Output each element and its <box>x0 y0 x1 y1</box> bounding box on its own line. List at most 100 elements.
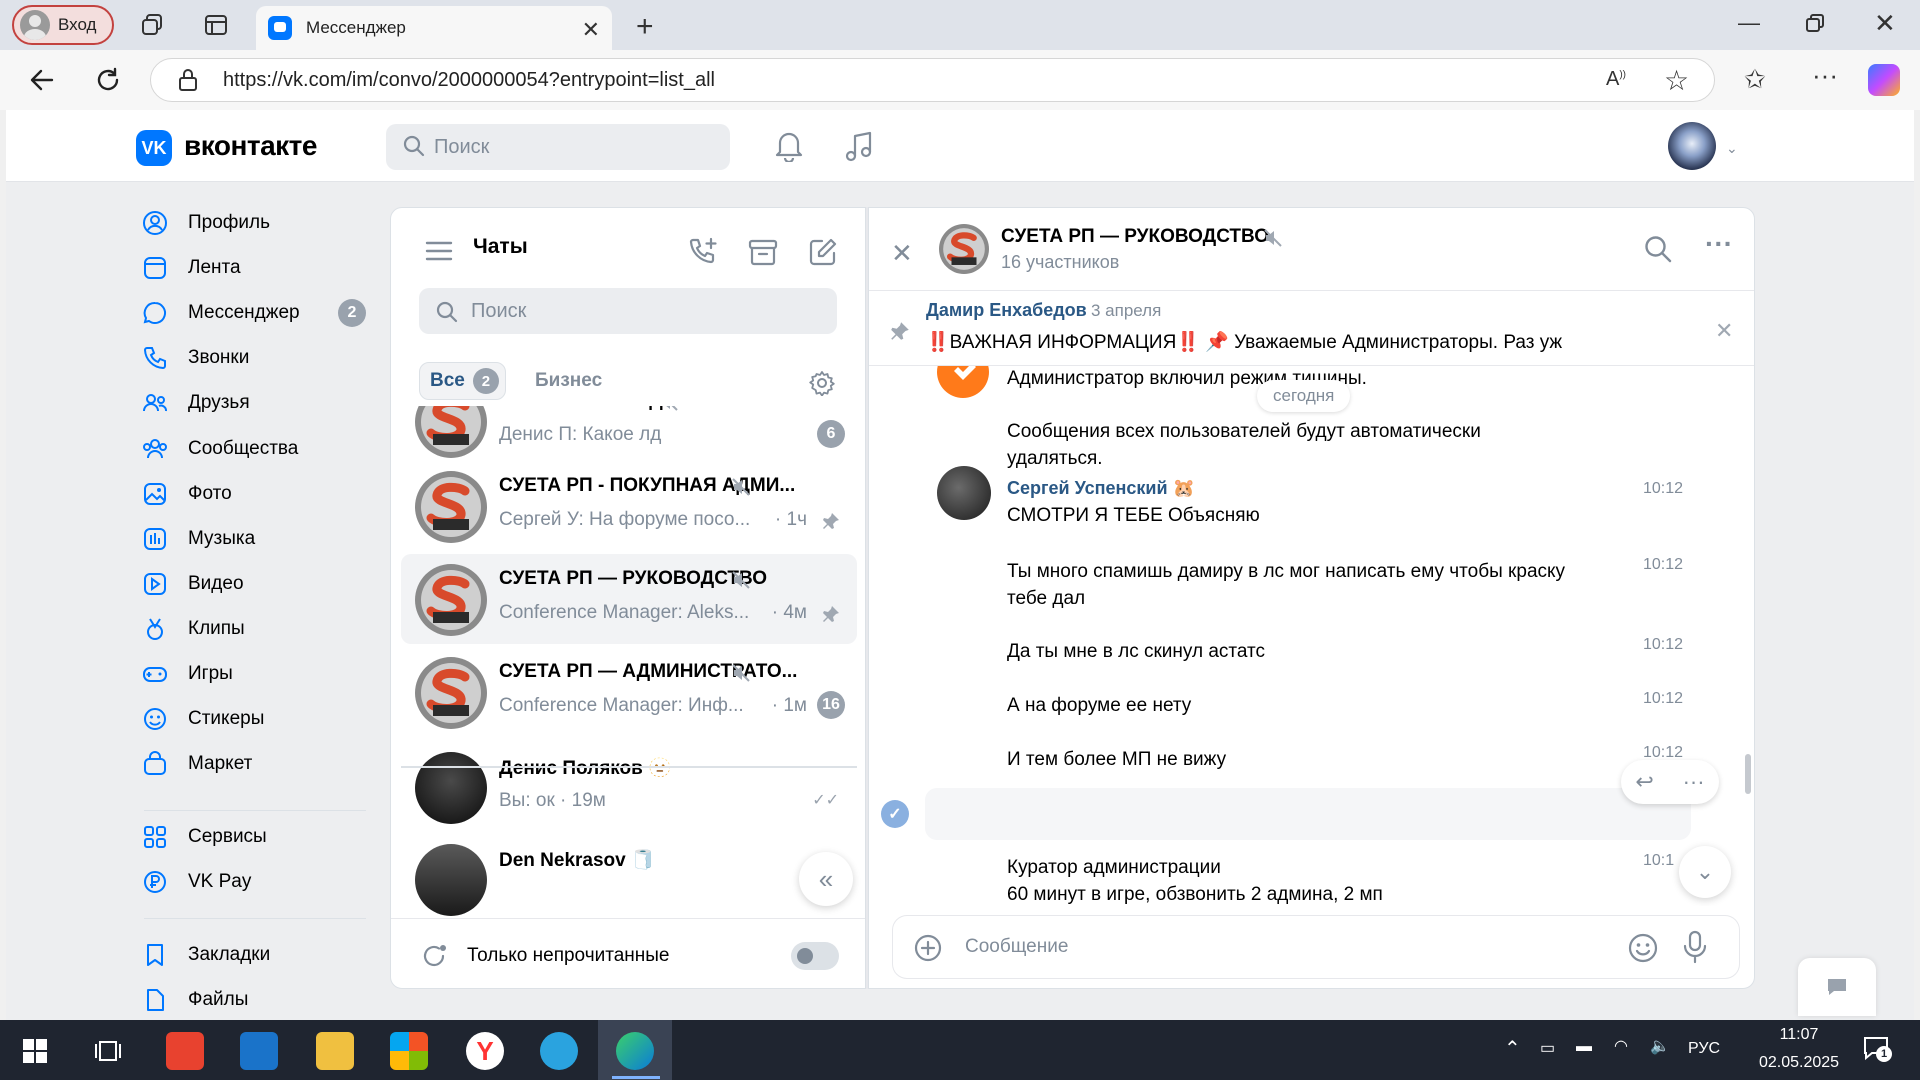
profile-button[interactable]: Вход <box>12 5 114 45</box>
edge-icon[interactable] <box>616 1032 654 1070</box>
notification-center-icon[interactable]: 1 <box>1862 1034 1892 1062</box>
close-convo-icon[interactable]: ✕ <box>891 238 913 269</box>
convo-title[interactable]: СУЕТА РП — РУКОВОДСТВО <box>1001 226 1269 248</box>
nav-item-games[interactable]: Игры <box>142 654 372 694</box>
windows-start-icon[interactable] <box>22 1038 48 1064</box>
nav-item-clips[interactable]: Клипы <box>142 609 372 649</box>
file-explorer-icon[interactable] <box>316 1032 354 1070</box>
new-tab-icon[interactable]: + <box>636 10 654 44</box>
refresh-icon[interactable] <box>94 66 122 94</box>
workspaces-icon[interactable] <box>140 12 166 38</box>
chat-list-item[interactable]: Den Nekrasov 🧻 <box>401 834 857 916</box>
unread-badge: 16 <box>817 691 845 719</box>
microphone-icon[interactable] <box>1681 930 1709 964</box>
favorite-star-icon[interactable]: ☆ <box>1664 64 1689 97</box>
pinned-text[interactable]: ‼️ВАЖНАЯ ИНФОРМАЦИЯ‼️ 📌 Уважаемые Админи… <box>926 330 1566 354</box>
nav-item-friends[interactable]: Друзья <box>142 383 372 423</box>
chevron-down-icon[interactable]: ⌄ <box>1726 140 1738 157</box>
chat-list-item[interactable]: СУЕТА РП — РУКОВОДСТВО Conference Manager… <box>401 554 857 644</box>
favorites-list-icon[interactable]: ✩ <box>1744 64 1766 95</box>
nav-item-feed[interactable]: Лента <box>142 248 372 288</box>
volume-muted-icon[interactable]: 🔈 <box>1650 1036 1670 1056</box>
nav-item-messenger[interactable]: Мессенджер 2 <box>142 293 372 333</box>
collapse-panel-icon[interactable]: « <box>799 852 853 906</box>
clock-date[interactable]: 02.05.2025 <box>1744 1054 1854 1072</box>
scrollbar-thumb[interactable] <box>1745 754 1751 794</box>
vk-logo-icon[interactable]: VK <box>136 130 172 166</box>
chat-list-item[interactable]: СУЕТА РП — АДМИНИСТРАТО... Conference Man… <box>401 647 857 737</box>
convo-members[interactable]: 16 участников <box>1001 252 1119 273</box>
anydesk-icon[interactable] <box>166 1032 204 1070</box>
url-field[interactable]: https://vk.com/im/convo/2000000054?entry… <box>150 58 1715 102</box>
nav-item-files[interactable]: Файлы <box>142 980 372 1020</box>
emoji-icon[interactable] <box>1627 932 1659 964</box>
nav-item-vkpay[interactable]: VK Pay <box>142 862 372 902</box>
restore-icon[interactable] <box>1806 14 1824 32</box>
header-search-input[interactable]: Поиск <box>386 124 730 170</box>
nav-item-music[interactable]: Музыка <box>142 519 372 559</box>
vk-logo-text[interactable]: вконтакте <box>184 130 317 162</box>
floating-chat-button[interactable] <box>1798 958 1876 1016</box>
music-note-icon[interactable] <box>844 130 874 162</box>
filter-business-tab[interactable]: Бизнес <box>535 370 602 392</box>
outlook-icon[interactable] <box>240 1032 278 1070</box>
wifi-icon[interactable]: ◠ <box>1614 1036 1628 1056</box>
close-tab-icon[interactable]: ✕ <box>582 17 600 43</box>
message-input[interactable]: Сообщение <box>965 936 1068 958</box>
nav-item-photo[interactable]: Фото <box>142 474 372 514</box>
convo-avatar[interactable] <box>939 224 989 274</box>
nav-item-profile[interactable]: Профиль <box>142 203 372 243</box>
close-window-icon[interactable]: ✕ <box>1874 8 1896 39</box>
read-aloud-icon[interactable]: A)) <box>1606 68 1626 91</box>
user-avatar[interactable] <box>1668 122 1716 170</box>
nav-item-market[interactable]: Маркет <box>142 744 372 784</box>
hamburger-menu-icon[interactable] <box>425 240 453 262</box>
nav-item-video[interactable]: Видео <box>142 564 372 604</box>
reply-icon[interactable]: ↩ <box>1635 769 1653 795</box>
message-more-icon[interactable]: ··· <box>1683 769 1705 795</box>
filter-all-tab[interactable]: Все 2 <box>419 362 506 400</box>
compose-icon[interactable] <box>807 236 839 268</box>
unread-badge: 6 <box>817 420 845 448</box>
chats-search-input[interactable]: Поиск <box>419 288 837 334</box>
unread-only-label: Только непрочитанные <box>467 945 670 966</box>
yandex-browser-icon[interactable]: Y <box>466 1032 504 1070</box>
microsoft-store-icon[interactable] <box>390 1032 428 1070</box>
author-avatar[interactable] <box>937 466 991 520</box>
nav-item-stickers[interactable]: Стикеры <box>142 699 372 739</box>
vertical-tabs-icon[interactable] <box>204 13 228 37</box>
telegram-icon[interactable] <box>540 1032 578 1070</box>
more-menu-icon[interactable]: ··· <box>1812 60 1838 91</box>
unread-only-toggle[interactable] <box>791 942 839 970</box>
chat-list-item[interactable]: СУЕТА РП — ЛИДЕРЫДенис П: Какое лд6 <box>401 406 857 466</box>
pinned-author[interactable]: Дамир Енхабедов <box>926 300 1087 321</box>
nav-item-communities[interactable]: Сообщества <box>142 429 372 469</box>
nav-item-phone[interactable]: Звонки <box>142 338 372 378</box>
tray-monitor-icon[interactable]: ▭ <box>1540 1038 1555 1058</box>
task-view-icon[interactable] <box>94 1038 122 1064</box>
unpin-close-icon[interactable]: ✕ <box>1715 318 1733 344</box>
back-icon[interactable] <box>28 66 56 94</box>
convo-more-icon[interactable]: ··· <box>1705 228 1733 260</box>
select-check-icon[interactable]: ✓ <box>881 800 909 828</box>
tab-messenger[interactable]: Мессенджер ✕ <box>256 6 612 50</box>
language-indicator[interactable]: РУС <box>1688 1040 1720 1058</box>
add-call-icon[interactable] <box>687 236 719 268</box>
chat-list-item[interactable]: Денис Поляков 🫥 Вы: ок · 19м ✓✓ <box>401 742 857 832</box>
clock-time[interactable]: 11:07 <box>1764 1026 1834 1044</box>
archive-icon[interactable] <box>747 236 779 268</box>
tray-chevron-icon[interactable]: ⌃ <box>1504 1036 1521 1061</box>
minimize-icon[interactable]: — <box>1738 10 1760 36</box>
copilot-icon[interactable] <box>1868 64 1900 96</box>
battery-icon[interactable]: ▬ <box>1576 1038 1592 1056</box>
nav-item-services[interactable]: Сервисы <box>142 817 372 857</box>
nav-item-bookmarks[interactable]: Закладки <box>142 935 372 975</box>
message-author[interactable]: Сергей Успенский 🐹 <box>1007 478 1195 499</box>
attach-plus-icon[interactable] <box>913 933 943 963</box>
lock-icon[interactable] <box>178 68 198 92</box>
scroll-down-icon[interactable]: ⌄ <box>1679 846 1731 898</box>
notifications-bell-icon[interactable] <box>774 130 804 162</box>
chat-settings-gear-icon[interactable] <box>809 370 835 396</box>
convo-search-icon[interactable] <box>1643 234 1673 264</box>
chat-list-item[interactable]: СУЕТА РП - ПОКУПНАЯ АДМИ... Сергей У: На … <box>401 461 857 551</box>
